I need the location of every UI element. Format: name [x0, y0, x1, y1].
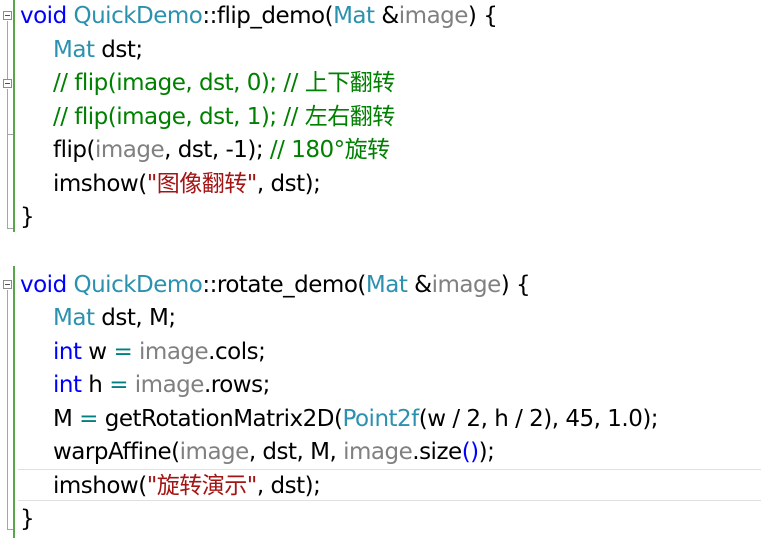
keyword-void: void [20, 271, 67, 298]
code-line[interactable]: warpAffine(image, dst, M, image.size()); [53, 436, 495, 469]
fold-guide-line [7, 21, 8, 79]
code-text: dst; [94, 36, 143, 63]
type-name: Mat [365, 271, 408, 298]
collapse-minus-icon[interactable] [3, 79, 12, 88]
code-text: ); [478, 439, 495, 465]
code-line-closing-brace[interactable]: } [20, 201, 35, 234]
code-line-closing-brace[interactable]: } [20, 503, 35, 536]
code-line[interactable]: int w = image.cols; [53, 336, 266, 369]
change-indicator-bar [13, 0, 15, 232]
type-name: Point2f [342, 405, 419, 432]
code-line[interactable]: Mat dst; [53, 34, 143, 67]
string-literal: "旋转演示" [146, 472, 258, 499]
code-line-comment[interactable]: // flip(image, dst, 0); // 上下翻转 [53, 67, 395, 100]
function-call: getRotationMatrix2D( [97, 405, 343, 432]
matching-parens: () [461, 439, 479, 465]
function-name: rotate_demo( [216, 271, 367, 298]
fold-guide-line [7, 290, 8, 530]
parameter-name: image [343, 439, 413, 465]
function-call: imshow( [53, 170, 147, 197]
scope-operator: :: [202, 271, 217, 298]
code-line-comment[interactable]: // flip(image, dst, 1); // 左右翻转 [53, 101, 395, 134]
code-line[interactable]: Mat dst, M; [53, 302, 176, 335]
assignment-operator: = [113, 338, 133, 365]
type-name: Mat [333, 3, 375, 29]
keyword-void: void [20, 3, 67, 29]
parameter-name: image [398, 3, 469, 29]
class-name: QuickDemo [73, 3, 203, 29]
code-text: (w / 2, h / 2), 45, 1.0); [418, 405, 659, 432]
code-text: h [81, 372, 110, 398]
parameter-name: image [139, 338, 209, 365]
code-line[interactable]: flip(image, dst, -1); // 180°旋转 [53, 134, 390, 167]
string-literal: "图像翻转" [146, 170, 258, 197]
code-text: dst, M; [94, 305, 176, 331]
comment-text: // flip(image, dst, 0); // 上下翻转 [53, 70, 395, 96]
code-line-current[interactable]: imshow("旋转演示", dst); [53, 470, 321, 503]
code-text: , dst); [256, 170, 321, 197]
class-name: QuickDemo [73, 271, 203, 298]
function-call: flip( [53, 137, 95, 163]
collapse-minus-icon[interactable] [3, 11, 12, 20]
closing-brace: } [20, 506, 35, 532]
code-editor[interactable]: void QuickDemo::flip_demo(Mat &image) { … [0, 0, 761, 552]
fold-guide-line [7, 89, 8, 135]
code-text: , dst, M, [248, 439, 344, 465]
change-indicator-bar [13, 266, 15, 538]
code-text: w [81, 338, 114, 365]
reference-operator: & [407, 271, 432, 298]
type-name: Mat [53, 36, 95, 63]
comment-text: // flip(image, dst, 1); // 左右翻转 [53, 103, 395, 130]
code-text: , dst, -1); [164, 137, 270, 163]
code-line-flip-signature[interactable]: void QuickDemo::flip_demo(Mat &image) { [20, 0, 498, 33]
keyword-int: int [53, 338, 82, 365]
function-name: flip_demo( [216, 3, 334, 29]
fold-guide-line [7, 135, 8, 229]
code-line-rotate-signature[interactable]: void QuickDemo::rotate_demo(Mat &image) … [20, 269, 531, 302]
comment-text: // 180°旋转 [269, 137, 390, 163]
code-text: , dst); [256, 472, 321, 499]
parameter-name: image [431, 271, 502, 298]
assignment-operator: = [79, 405, 98, 432]
code-text: M [53, 405, 80, 432]
code-line[interactable]: imshow("图像翻转", dst); [53, 168, 321, 201]
punctuation: ) { [500, 271, 531, 298]
function-call: warpAffine( [53, 439, 180, 465]
collapse-minus-icon[interactable] [3, 280, 12, 289]
punctuation: ) { [467, 3, 498, 29]
code-text: .cols; [208, 338, 266, 365]
method-call: .size [412, 439, 462, 465]
code-line[interactable]: M = getRotationMatrix2D(Point2f(w / 2, h… [53, 403, 659, 436]
parameter-name: image [94, 137, 165, 163]
code-text: .rows; [203, 372, 270, 398]
fold-gutter [0, 0, 14, 552]
type-name: Mat [53, 305, 95, 331]
function-call: imshow( [53, 472, 147, 499]
code-line[interactable]: int h = image.rows; [53, 369, 270, 402]
reference-operator: & [374, 3, 399, 29]
parameter-name: image [134, 372, 205, 398]
parameter-name: image [179, 439, 250, 465]
scope-operator: :: [202, 3, 217, 29]
keyword-int: int [53, 372, 82, 398]
closing-brace: } [20, 204, 35, 230]
assignment-operator: = [109, 372, 128, 398]
